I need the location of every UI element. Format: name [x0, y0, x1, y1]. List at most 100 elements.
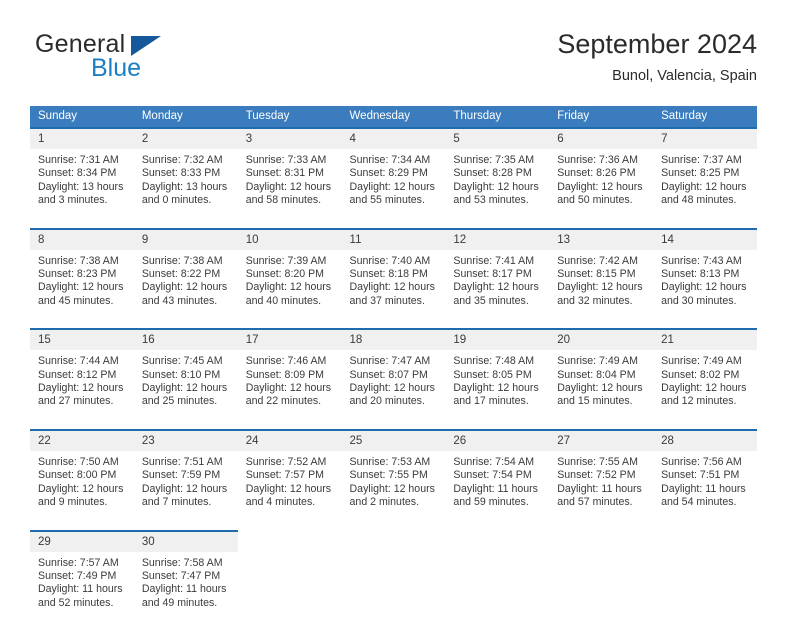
- day-cell[interactable]: 17 Sunrise: 7:46 AM Sunset: 8:09 PM Dayl…: [238, 328, 342, 419]
- daylight-text-line1: Daylight: 11 hours: [38, 583, 128, 596]
- sunset-text: Sunset: 8:33 PM: [142, 167, 232, 180]
- day-cell[interactable]: 28 Sunrise: 7:56 AM Sunset: 7:51 PM Dayl…: [653, 429, 757, 520]
- day-number: 8: [30, 228, 134, 250]
- daylight-text-line1: Daylight: 12 hours: [557, 281, 647, 294]
- sunset-text: Sunset: 8:04 PM: [557, 369, 647, 382]
- daylight-text-line1: Daylight: 12 hours: [453, 382, 543, 395]
- week-row: 8 Sunrise: 7:38 AM Sunset: 8:23 PM Dayli…: [30, 228, 757, 319]
- sunset-text: Sunset: 8:20 PM: [246, 268, 336, 281]
- day-cell[interactable]: 22 Sunrise: 7:50 AM Sunset: 8:00 PM Dayl…: [30, 429, 134, 520]
- day-cell[interactable]: 5 Sunrise: 7:35 AM Sunset: 8:28 PM Dayli…: [445, 127, 549, 218]
- day-cell[interactable]: 25 Sunrise: 7:53 AM Sunset: 7:55 PM Dayl…: [342, 429, 446, 520]
- daylight-text-line2: and 54 minutes.: [661, 496, 751, 509]
- sunset-text: Sunset: 8:23 PM: [38, 268, 128, 281]
- sunrise-text: Sunrise: 7:31 AM: [38, 154, 128, 167]
- daylight-text-line1: Daylight: 11 hours: [142, 583, 232, 596]
- daylight-text-line2: and 3 minutes.: [38, 194, 128, 207]
- daylight-text-line2: and 45 minutes.: [38, 295, 128, 308]
- day-cell[interactable]: 18 Sunrise: 7:47 AM Sunset: 8:07 PM Dayl…: [342, 328, 446, 419]
- daylight-text-line2: and 30 minutes.: [661, 295, 751, 308]
- day-cell[interactable]: 11 Sunrise: 7:40 AM Sunset: 8:18 PM Dayl…: [342, 228, 446, 319]
- day-cell[interactable]: 24 Sunrise: 7:52 AM Sunset: 7:57 PM Dayl…: [238, 429, 342, 520]
- sunset-text: Sunset: 7:49 PM: [38, 570, 128, 583]
- day-cell[interactable]: 20 Sunrise: 7:49 AM Sunset: 8:04 PM Dayl…: [549, 328, 653, 419]
- daylight-text-line1: Daylight: 12 hours: [38, 483, 128, 496]
- sunrise-text: Sunrise: 7:36 AM: [557, 154, 647, 167]
- daylight-text-line1: Daylight: 12 hours: [557, 382, 647, 395]
- day-number: 19: [445, 328, 549, 350]
- day-cell[interactable]: 6 Sunrise: 7:36 AM Sunset: 8:26 PM Dayli…: [549, 127, 653, 218]
- day-cell[interactable]: 26 Sunrise: 7:54 AM Sunset: 7:54 PM Dayl…: [445, 429, 549, 520]
- daylight-text-line1: Daylight: 11 hours: [661, 483, 751, 496]
- sunrise-text: Sunrise: 7:33 AM: [246, 154, 336, 167]
- daylight-text-line2: and 57 minutes.: [557, 496, 647, 509]
- day-cell[interactable]: 13 Sunrise: 7:42 AM Sunset: 8:15 PM Dayl…: [549, 228, 653, 319]
- day-cell[interactable]: 8 Sunrise: 7:38 AM Sunset: 8:23 PM Dayli…: [30, 228, 134, 319]
- sunrise-text: Sunrise: 7:51 AM: [142, 456, 232, 469]
- sunrise-text: Sunrise: 7:39 AM: [246, 255, 336, 268]
- day-cell[interactable]: 1 Sunrise: 7:31 AM Sunset: 8:34 PM Dayli…: [30, 127, 134, 218]
- sunrise-text: Sunrise: 7:44 AM: [38, 355, 128, 368]
- day-cell[interactable]: 3 Sunrise: 7:33 AM Sunset: 8:31 PM Dayli…: [238, 127, 342, 218]
- sunrise-text: Sunrise: 7:35 AM: [453, 154, 543, 167]
- daylight-text-line2: and 27 minutes.: [38, 395, 128, 408]
- sunrise-text: Sunrise: 7:49 AM: [557, 355, 647, 368]
- sunrise-text: Sunrise: 7:40 AM: [350, 255, 440, 268]
- day-details: Sunrise: 7:57 AM Sunset: 7:49 PM Dayligh…: [30, 552, 134, 620]
- day-details: Sunrise: 7:32 AM Sunset: 8:33 PM Dayligh…: [134, 149, 238, 218]
- day-cell[interactable]: 7 Sunrise: 7:37 AM Sunset: 8:25 PM Dayli…: [653, 127, 757, 218]
- day-cell[interactable]: 10 Sunrise: 7:39 AM Sunset: 8:20 PM Dayl…: [238, 228, 342, 319]
- day-details: Sunrise: 7:42 AM Sunset: 8:15 PM Dayligh…: [549, 250, 653, 319]
- day-cell[interactable]: 14 Sunrise: 7:43 AM Sunset: 8:13 PM Dayl…: [653, 228, 757, 319]
- weekday-header-sunday: Sunday: [30, 106, 134, 127]
- day-number: 5: [445, 127, 549, 149]
- week-spacer: [30, 218, 757, 228]
- day-cell[interactable]: 19 Sunrise: 7:48 AM Sunset: 8:05 PM Dayl…: [445, 328, 549, 419]
- sunset-text: Sunset: 8:22 PM: [142, 268, 232, 281]
- day-cell[interactable]: 9 Sunrise: 7:38 AM Sunset: 8:22 PM Dayli…: [134, 228, 238, 319]
- day-number: 12: [445, 228, 549, 250]
- daylight-text-line2: and 4 minutes.: [246, 496, 336, 509]
- daylight-text-line1: Daylight: 12 hours: [142, 382, 232, 395]
- day-details: [445, 552, 549, 614]
- day-cell[interactable]: 29 Sunrise: 7:57 AM Sunset: 7:49 PM Dayl…: [30, 530, 134, 620]
- sunrise-text: Sunrise: 7:47 AM: [350, 355, 440, 368]
- daylight-text-line1: Daylight: 11 hours: [453, 483, 543, 496]
- daylight-text-line1: Daylight: 12 hours: [246, 181, 336, 194]
- daylight-text-line2: and 0 minutes.: [142, 194, 232, 207]
- day-cell[interactable]: 16 Sunrise: 7:45 AM Sunset: 8:10 PM Dayl…: [134, 328, 238, 419]
- day-cell[interactable]: 21 Sunrise: 7:49 AM Sunset: 8:02 PM Dayl…: [653, 328, 757, 419]
- day-cell[interactable]: 27 Sunrise: 7:55 AM Sunset: 7:52 PM Dayl…: [549, 429, 653, 520]
- day-number: 20: [549, 328, 653, 350]
- daylight-text-line2: and 49 minutes.: [142, 597, 232, 610]
- daylight-text-line1: Daylight: 13 hours: [38, 181, 128, 194]
- daylight-text-line1: Daylight: 12 hours: [453, 181, 543, 194]
- day-number: 21: [653, 328, 757, 350]
- sunrise-text: Sunrise: 7:46 AM: [246, 355, 336, 368]
- day-details: Sunrise: 7:46 AM Sunset: 8:09 PM Dayligh…: [238, 350, 342, 419]
- day-number: 11: [342, 228, 446, 250]
- daylight-text-line2: and 15 minutes.: [557, 395, 647, 408]
- week-row: 29 Sunrise: 7:57 AM Sunset: 7:49 PM Dayl…: [30, 530, 757, 620]
- day-details: Sunrise: 7:49 AM Sunset: 8:02 PM Dayligh…: [653, 350, 757, 419]
- day-number: [445, 530, 549, 552]
- day-number: 1: [30, 127, 134, 149]
- day-cell-empty: [238, 530, 342, 620]
- day-details: Sunrise: 7:34 AM Sunset: 8:29 PM Dayligh…: [342, 149, 446, 218]
- day-cell[interactable]: 23 Sunrise: 7:51 AM Sunset: 7:59 PM Dayl…: [134, 429, 238, 520]
- day-cell[interactable]: 12 Sunrise: 7:41 AM Sunset: 8:17 PM Dayl…: [445, 228, 549, 319]
- daylight-text-line2: and 59 minutes.: [453, 496, 543, 509]
- day-cell[interactable]: 30 Sunrise: 7:58 AM Sunset: 7:47 PM Dayl…: [134, 530, 238, 620]
- sunrise-text: Sunrise: 7:52 AM: [246, 456, 336, 469]
- day-cell[interactable]: 4 Sunrise: 7:34 AM Sunset: 8:29 PM Dayli…: [342, 127, 446, 218]
- day-number: 25: [342, 429, 446, 451]
- day-cell[interactable]: 15 Sunrise: 7:44 AM Sunset: 8:12 PM Dayl…: [30, 328, 134, 419]
- day-details: Sunrise: 7:54 AM Sunset: 7:54 PM Dayligh…: [445, 451, 549, 520]
- daylight-text-line1: Daylight: 12 hours: [557, 181, 647, 194]
- sunset-text: Sunset: 8:13 PM: [661, 268, 751, 281]
- day-details: Sunrise: 7:40 AM Sunset: 8:18 PM Dayligh…: [342, 250, 446, 319]
- sunrise-text: Sunrise: 7:41 AM: [453, 255, 543, 268]
- day-details: Sunrise: 7:48 AM Sunset: 8:05 PM Dayligh…: [445, 350, 549, 419]
- day-cell[interactable]: 2 Sunrise: 7:32 AM Sunset: 8:33 PM Dayli…: [134, 127, 238, 218]
- brand-logo[interactable]: General Blue: [35, 28, 265, 88]
